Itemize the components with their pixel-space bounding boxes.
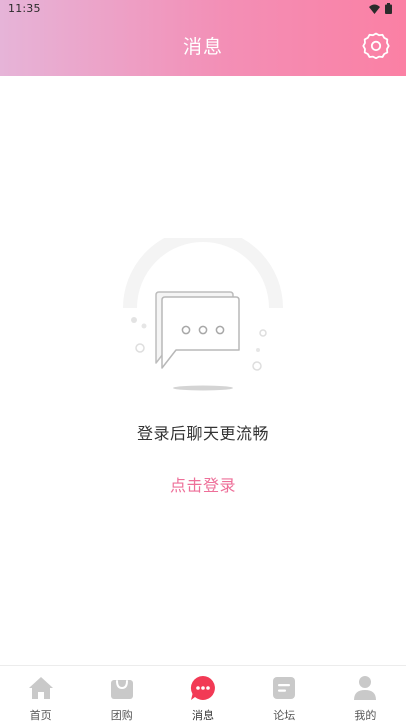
user-icon xyxy=(354,676,377,700)
status-bar: 11:35 xyxy=(0,0,406,20)
tab-forum-label: 论坛 xyxy=(273,709,296,722)
tab-messages[interactable]: 消息 xyxy=(162,666,243,724)
empty-state-message: 登录后聊天更流畅 xyxy=(136,424,269,443)
header: 11:35 消息 xyxy=(0,0,406,76)
bottom-tab-bar: 首页 团购 消息 论坛 我的 xyxy=(0,665,406,724)
chat-bubble-icon xyxy=(190,675,215,700)
tab-home-label: 首页 xyxy=(29,709,52,722)
status-icons xyxy=(369,3,392,14)
settings-gear-icon[interactable] xyxy=(362,31,390,59)
tab-home[interactable]: 首页 xyxy=(0,666,81,724)
tab-group-buy-label: 团购 xyxy=(110,709,133,722)
tab-group-buy[interactable]: 团购 xyxy=(81,666,162,724)
empty-chat-illustration xyxy=(123,238,283,391)
home-icon xyxy=(28,677,53,699)
status-time: 11:35 xyxy=(8,2,41,15)
tab-mine-label: 我的 xyxy=(354,709,377,722)
login-link[interactable]: 点击登录 xyxy=(0,472,406,496)
shopping-bag-icon xyxy=(110,680,133,699)
battery-icon xyxy=(385,3,392,14)
tab-mine[interactable]: 我的 xyxy=(325,666,406,724)
tab-messages-label: 消息 xyxy=(192,709,214,722)
wifi-icon xyxy=(369,4,380,14)
forum-icon xyxy=(273,677,296,699)
tab-forum[interactable]: 论坛 xyxy=(244,666,325,724)
page-title: 消息 xyxy=(182,36,223,58)
